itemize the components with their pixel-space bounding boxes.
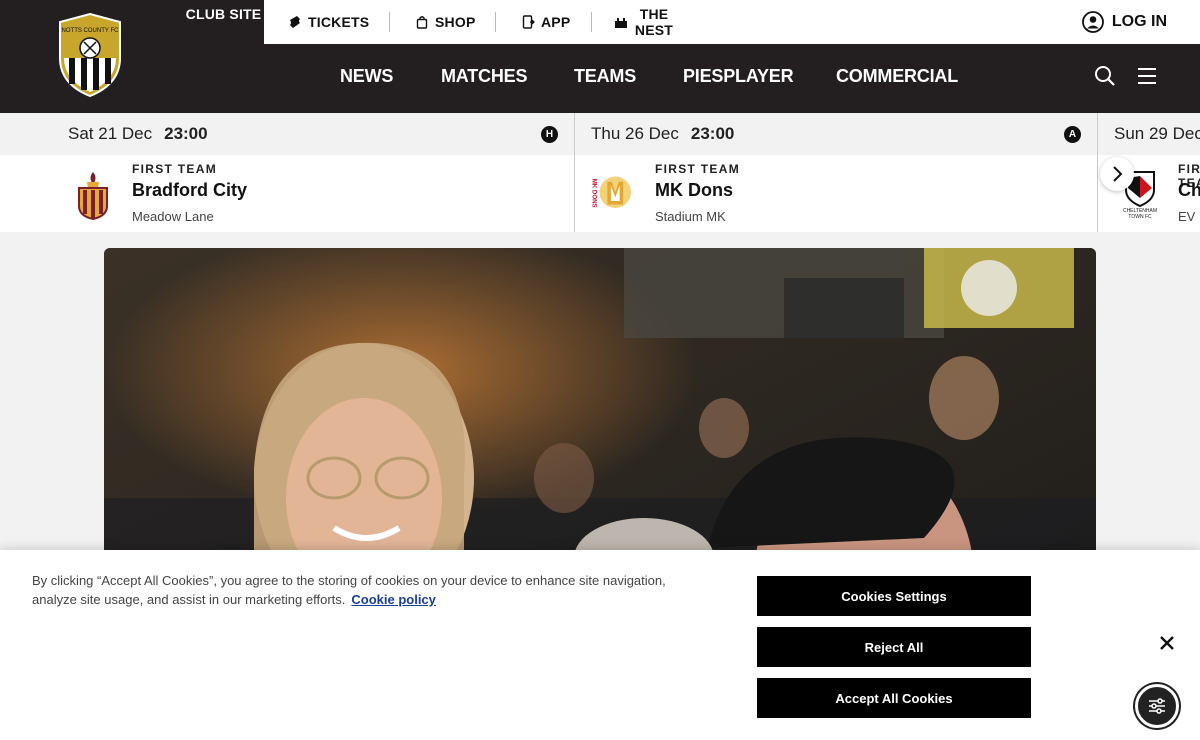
cookie-preferences-button[interactable] xyxy=(1135,684,1179,728)
the-nest-label: THE NEST xyxy=(634,6,674,38)
nav-matches[interactable]: MATCHES xyxy=(441,66,527,87)
fixture-date-row: Thu 26 Dec 23:00 xyxy=(575,113,1097,155)
tickets-link[interactable]: TICKETS xyxy=(288,0,369,44)
the-nest-link[interactable]: THE NEST xyxy=(614,0,674,44)
fixture-time: 23:00 xyxy=(164,124,208,143)
fixture-opponent: MK Dons xyxy=(655,180,733,200)
svg-text:MK DONS: MK DONS xyxy=(591,179,598,208)
shop-label: SHOP xyxy=(435,14,476,30)
bradford-city-crest xyxy=(78,172,108,220)
cookie-policy-link[interactable]: Cookie policy xyxy=(351,592,436,607)
stadium-icon xyxy=(615,18,627,28)
nav-teams[interactable]: TEAMS xyxy=(574,66,636,87)
divider xyxy=(591,12,592,32)
nav-piesplayer[interactable]: PIESPLAYER xyxy=(683,66,794,87)
app-link[interactable]: APP xyxy=(521,0,570,44)
login-label: LOG IN xyxy=(1111,13,1167,30)
carousel-next-button[interactable] xyxy=(1100,157,1134,191)
nav-commercial[interactable]: COMMERCIAL xyxy=(836,66,958,87)
mk-dons-crest: MK DONS xyxy=(589,173,631,214)
app-label: APP xyxy=(541,14,571,30)
fixture-card[interactable]: Thu 26 Dec 23:00 A MK DONS FIRST TEAM MK… xyxy=(575,113,1097,232)
fixture-day: Sun 29 Dec xyxy=(1114,124,1200,143)
fixture-time: 23:00 xyxy=(690,124,735,143)
divider xyxy=(495,12,496,32)
main-navigation: NEWS MATCHES TEAMS PIESPLAYER COMMERCIAL xyxy=(0,44,1200,113)
top-utility-bar: TICKETS SHOP APP THE NEST LOG IN xyxy=(264,0,1200,44)
fixture-opponent: Bradford City xyxy=(132,180,248,200)
fixture-divider xyxy=(574,113,575,232)
search-icon[interactable] xyxy=(1093,64,1117,88)
shop-link[interactable]: SHOP xyxy=(415,0,475,44)
user-account-icon xyxy=(1081,11,1104,33)
fixture-date-row: Sun 29 Dec xyxy=(1098,113,1200,155)
fixture-team: FIRST TEAM xyxy=(655,162,740,176)
shopping-bag-icon xyxy=(416,16,428,29)
fixture-card[interactable]: Sat 21 Dec 23:00 H FIRST TEAM Bradford C… xyxy=(0,113,574,232)
fixture-day: Sat 21 Dec xyxy=(68,124,153,143)
chevron-right-icon xyxy=(1113,166,1123,182)
hamburger-menu-icon[interactable] xyxy=(1135,64,1159,88)
svg-text:NOTTS COUNTY FC: NOTTS COUNTY FC xyxy=(62,28,120,34)
sliders-icon xyxy=(1149,698,1165,714)
fixture-team: FIRST TEAM xyxy=(132,162,217,176)
site-header: NOTTS COUNTY FC CLUB SITE TICKETS SHOP A… xyxy=(0,0,1200,113)
fixtures-carousel: Sat 21 Dec 23:00 H FIRST TEAM Bradford C… xyxy=(0,113,1200,232)
svg-text:TOWN FC: TOWN FC xyxy=(1128,214,1152,220)
home-away-badge: A xyxy=(1064,126,1081,143)
tickets-label: TICKETS xyxy=(308,14,370,30)
reject-all-button[interactable]: Reject All xyxy=(757,627,1031,667)
phone-app-icon xyxy=(522,15,535,29)
club-site-tab[interactable]: CLUB SITE xyxy=(183,0,264,44)
close-icon[interactable] xyxy=(1158,634,1176,652)
cookies-settings-button[interactable]: Cookies Settings xyxy=(757,576,1031,616)
accept-all-cookies-button[interactable]: Accept All Cookies xyxy=(757,678,1031,718)
fixture-day: Thu 26 Dec xyxy=(591,124,679,143)
cookie-notice-body: By clicking “Accept All Cookies”, you ag… xyxy=(32,573,666,607)
cookie-consent-banner: By clicking “Accept All Cookies”, you ag… xyxy=(0,550,1200,740)
fixture-divider xyxy=(1097,113,1098,232)
divider xyxy=(389,12,390,32)
nav-news[interactable]: NEWS xyxy=(340,66,393,87)
fixture-venue: Stadium MK xyxy=(655,209,726,224)
fixture-date-row: Sat 21 Dec 23:00 xyxy=(0,113,574,155)
fixture-opponent: Cheltenham Town xyxy=(1178,180,1200,200)
ticket-icon xyxy=(290,16,300,28)
cookie-notice-text: By clicking “Accept All Cookies”, you ag… xyxy=(32,571,712,609)
home-away-badge: H xyxy=(541,126,558,143)
fixture-venue: Meadow Lane xyxy=(132,209,214,224)
login-button[interactable]: LOG IN xyxy=(1081,0,1167,44)
fixture-venue: EV xyxy=(1178,209,1196,224)
